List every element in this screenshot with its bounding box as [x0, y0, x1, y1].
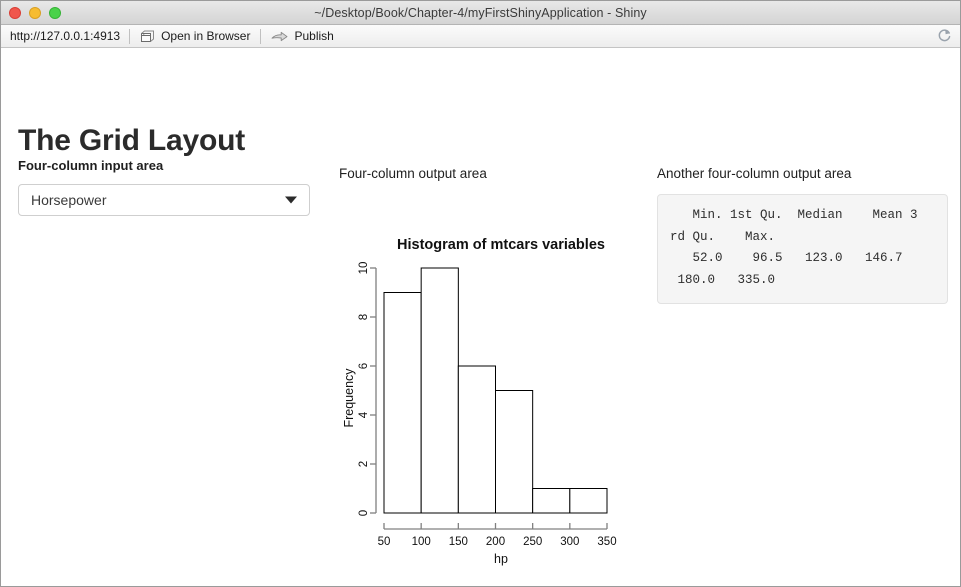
close-window-button[interactable]	[9, 7, 21, 19]
histogram-bar	[457, 365, 497, 514]
x-axis-label: hp	[494, 552, 508, 566]
plot-column-heading: Four-column output area	[339, 166, 487, 181]
refresh-icon	[937, 28, 952, 46]
y-tick-label: 2	[358, 461, 370, 467]
variable-select[interactable]: Horsepower	[18, 184, 310, 216]
summary-text: Min. 1st Qu. Median Mean 3 rd Qu. Max. 5…	[670, 208, 918, 287]
histogram-bar	[532, 488, 571, 514]
x-tick-label: 350	[597, 536, 616, 548]
url-display[interactable]: http://127.0.0.1:4913	[1, 25, 129, 48]
y-tick-label: 4	[358, 411, 370, 418]
y-axis: 0 2 4 6 8 10	[358, 262, 377, 516]
histogram-bar	[383, 292, 422, 514]
app-toolbar: http://127.0.0.1:4913 Open in Browser Pu…	[1, 25, 960, 48]
publish-button[interactable]: Publish	[261, 25, 343, 48]
chevron-down-icon	[285, 196, 297, 204]
window-titlebar: ~/Desktop/Book/Chapter-4/myFirstShinyApp…	[1, 1, 960, 25]
histogram-bar	[495, 390, 534, 514]
zoom-window-button[interactable]	[49, 7, 61, 19]
app-window: ~/Desktop/Book/Chapter-4/myFirstShinyApp…	[0, 0, 961, 587]
histogram-bar	[569, 488, 608, 514]
y-axis-label: Frequency	[342, 368, 356, 428]
y-tick-label: 6	[358, 363, 370, 369]
x-tick-label: 300	[560, 536, 579, 548]
shiny-app-page: The Grid Layout Four-column input area H…	[1, 48, 960, 586]
variable-select-value: Horsepower	[31, 192, 107, 208]
minimize-window-button[interactable]	[29, 7, 41, 19]
browser-window-icon	[140, 30, 155, 43]
x-tick-label: 200	[486, 536, 505, 548]
refresh-button[interactable]	[935, 28, 953, 45]
x-tick-label: 50	[378, 536, 391, 548]
y-tick-label: 8	[358, 314, 370, 320]
input-column: Four-column input area Horsepower	[18, 158, 310, 216]
input-column-heading: Four-column input area	[18, 158, 164, 173]
summary-output-column: Another four-column output area Min. 1st…	[657, 166, 948, 304]
y-tick-label: 10	[358, 262, 370, 275]
histogram-bars	[383, 267, 608, 514]
histogram-svg: Histogram of mtcars variables 0 2 4 6 8 10 50…	[342, 237, 617, 566]
page-title: The Grid Layout	[18, 124, 246, 158]
x-axis: 50 100 150 200 250 300 350	[378, 523, 617, 548]
publish-label: Publish	[294, 29, 334, 43]
x-tick-label: 250	[523, 536, 542, 548]
open-in-browser-label: Open in Browser	[161, 29, 251, 43]
plot-output-column: Four-column output area Histogram of mtc…	[339, 166, 639, 586]
x-tick-label: 150	[449, 536, 468, 548]
summary-column-heading: Another four-column output area	[657, 166, 852, 181]
arrow-publish-icon	[271, 30, 288, 43]
chart-title: Histogram of mtcars variables	[397, 237, 605, 253]
window-title: ~/Desktop/Book/Chapter-4/myFirstShinyApp…	[314, 5, 647, 20]
histogram-bar	[420, 267, 459, 514]
summary-output-box: Min. 1st Qu. Median Mean 3 rd Qu. Max. 5…	[657, 194, 948, 304]
y-tick-label: 0	[358, 510, 370, 516]
traffic-light-group	[9, 1, 61, 25]
x-tick-label: 100	[412, 536, 431, 548]
histogram-plot: Histogram of mtcars variables 0 2 4 6 8 10 50…	[339, 193, 639, 586]
open-in-browser-button[interactable]: Open in Browser	[130, 25, 260, 48]
